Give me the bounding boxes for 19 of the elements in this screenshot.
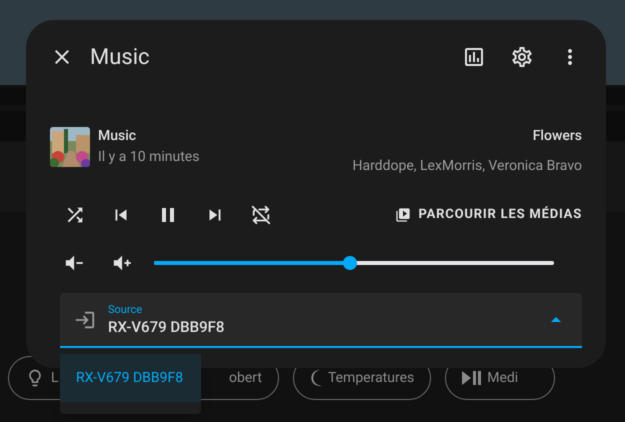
track-title: Flowers [532, 127, 582, 146]
repeat-off-icon[interactable] [250, 204, 272, 226]
last-played-time: Il y a 10 minutes [98, 148, 200, 167]
source-value: RX-V679 DBB9F8 [108, 316, 224, 336]
browse-media-button[interactable]: PARCOURIR LES MÉDIAS [394, 205, 582, 225]
source-label: Source [108, 302, 144, 316]
moon-icon [310, 370, 322, 386]
dialog-title: Music [90, 44, 150, 72]
play-pause-icon [462, 371, 482, 385]
volume-slider[interactable] [154, 256, 554, 270]
chart-icon[interactable] [462, 45, 486, 69]
volume-thumb[interactable] [343, 256, 357, 270]
track-artist: Harddope, LexMorris, Veronica Bravo [352, 157, 582, 176]
caret-icon [551, 317, 561, 322]
source-option[interactable]: RX-V679 DBB9F8 [60, 354, 201, 402]
media-app-name: Music [98, 127, 138, 146]
settings-icon[interactable] [510, 45, 534, 69]
media-library-icon [394, 207, 410, 223]
source-select[interactable]: Source RX-V679 DBB9F8 [60, 293, 582, 348]
